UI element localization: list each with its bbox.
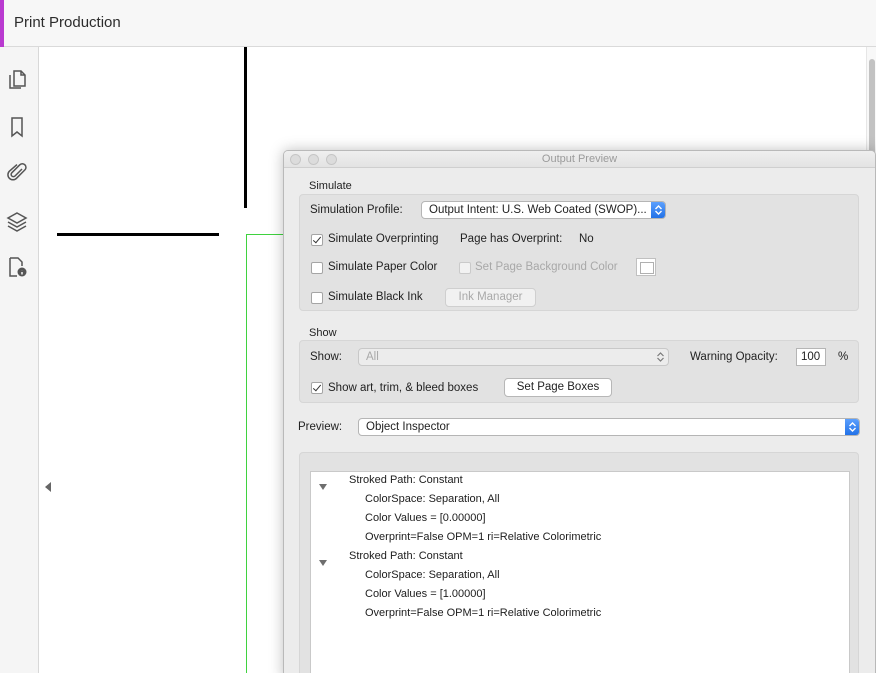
app-header: Print Production <box>0 0 876 47</box>
layers-icon[interactable] <box>5 209 29 233</box>
attachment-icon[interactable] <box>5 161 29 185</box>
collapse-panel-icon[interactable] <box>43 480 53 494</box>
dialog-title-bar: Output Preview <box>284 151 875 168</box>
simulation-profile-label: Simulation Profile: <box>310 204 403 216</box>
set-page-background-checkbox[interactable] <box>459 262 471 274</box>
page-crop-mark-vertical <box>244 47 247 208</box>
set-page-background-label: Set Page Background Color <box>475 261 618 273</box>
dialog-title: Output Preview <box>541 153 618 165</box>
simulate-overprinting-label: Simulate Overprinting <box>328 233 439 245</box>
warning-opacity-input[interactable]: 100 <box>796 348 826 366</box>
zoom-window-icon[interactable] <box>326 154 337 165</box>
simulate-black-ink-checkbox[interactable] <box>311 292 323 304</box>
show-boxes-checkbox[interactable] <box>311 382 323 394</box>
warning-opacity-label: Warning Opacity: <box>690 351 778 363</box>
tree-node-detail: Color Values = [1.00000] <box>365 588 486 600</box>
show-select[interactable]: All <box>358 348 669 366</box>
output-preview-dialog: Output Preview Simulate Simulation Profi… <box>283 150 876 673</box>
page-crop-mark-horizontal <box>57 233 219 236</box>
preview-label: Preview: <box>298 421 343 433</box>
show-label: Show: <box>310 351 342 363</box>
tree-node-detail: Color Values = [0.00000] <box>365 512 486 524</box>
preview-select[interactable]: Object Inspector <box>358 418 860 436</box>
show-select-value: All <box>366 351 379 363</box>
simulate-paper-color-label: Simulate Paper Color <box>328 261 438 273</box>
ink-manager-button[interactable]: Ink Manager <box>445 288 536 307</box>
object-inspector-tree[interactable]: Stroked Path: Constant ColorSpace: Separ… <box>310 471 850 673</box>
tree-node-detail: ColorSpace: Separation, All <box>365 569 500 581</box>
simulate-black-ink-label: Simulate Black Ink <box>328 291 423 303</box>
panel-title: Print Production <box>14 14 121 31</box>
tree-node-detail: ColorSpace: Separation, All <box>365 493 500 505</box>
simulate-section-label: Simulate <box>309 180 352 192</box>
pages-icon[interactable] <box>5 67 29 91</box>
tree-node-detail: Overprint=False OPM=1 ri=Relative Colori… <box>365 531 602 543</box>
simulation-profile-value: Output Intent: U.S. Web Coated (SWOP)... <box>429 204 647 216</box>
bookmark-icon[interactable] <box>5 115 29 139</box>
simulation-profile-select[interactable]: Output Intent: U.S. Web Coated (SWOP)... <box>421 201 666 219</box>
page-overprint-value: No <box>579 233 594 245</box>
select-stepper-icon <box>651 202 665 218</box>
preview-select-value: Object Inspector <box>366 421 450 433</box>
left-toolbar <box>0 47 39 673</box>
page-background-color-swatch[interactable] <box>636 258 656 276</box>
tree-node-detail: Overprint=False OPM=1 ri=Relative Colori… <box>365 607 602 619</box>
set-page-boxes-button[interactable]: Set Page Boxes <box>504 378 612 397</box>
page-overprint-label: Page has Overprint: <box>460 233 563 245</box>
object-inspector-panel: Stroked Path: Constant ColorSpace: Separ… <box>299 452 859 673</box>
simulate-overprinting-checkbox[interactable] <box>311 234 323 246</box>
minimize-window-icon[interactable] <box>308 154 319 165</box>
tree-node-title[interactable]: Stroked Path: Constant <box>349 550 463 562</box>
disclosure-triangle-icon[interactable] <box>318 554 328 566</box>
document-properties-icon[interactable] <box>5 255 29 279</box>
show-boxes-label: Show art, trim, & bleed boxes <box>328 382 479 394</box>
disclosure-triangle-icon[interactable] <box>318 478 328 490</box>
tree-node-title[interactable]: Stroked Path: Constant <box>349 474 463 486</box>
select-stepper-icon <box>656 351 666 363</box>
header-accent <box>0 0 4 47</box>
percent-label: % <box>838 351 849 363</box>
show-section-label: Show <box>309 327 337 339</box>
close-window-icon[interactable] <box>290 154 301 165</box>
select-stepper-icon <box>845 419 859 435</box>
simulate-paper-color-checkbox[interactable] <box>311 262 323 274</box>
